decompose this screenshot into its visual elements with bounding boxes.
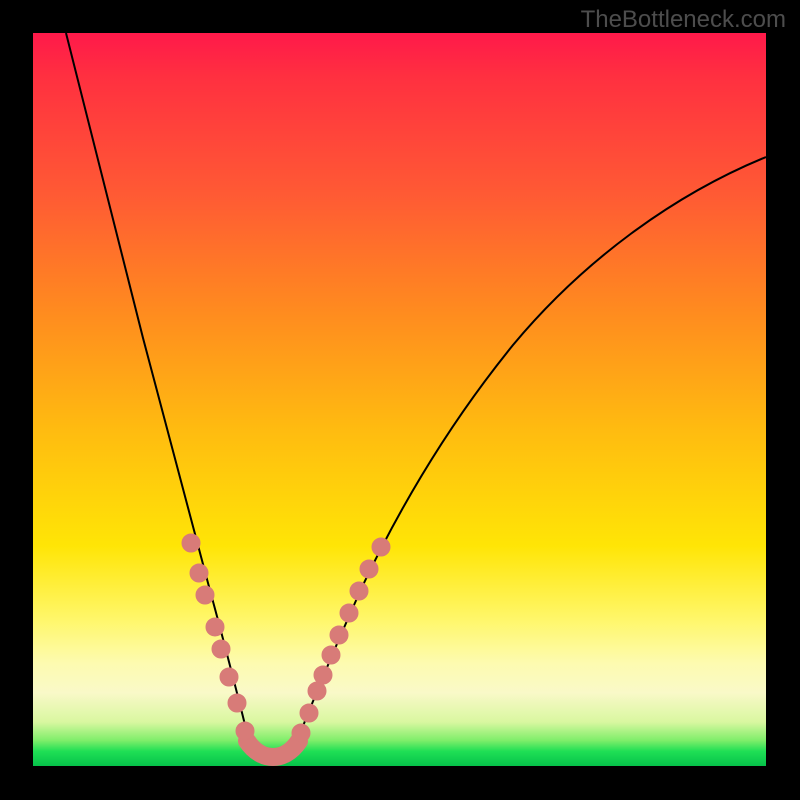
- data-dot: [228, 694, 246, 712]
- data-dot: [300, 704, 318, 722]
- plot-area: [33, 33, 766, 766]
- left-curve: [66, 33, 249, 741]
- data-dot: [360, 560, 378, 578]
- data-dot: [330, 626, 348, 644]
- valley-connector: [247, 741, 299, 757]
- data-dot: [340, 604, 358, 622]
- right-curve: [297, 157, 766, 741]
- data-dot: [212, 640, 230, 658]
- data-dot: [220, 668, 238, 686]
- data-dot: [196, 586, 214, 604]
- data-dot: [372, 538, 390, 556]
- data-dot: [314, 666, 332, 684]
- data-dot: [190, 564, 208, 582]
- chart-svg: [33, 33, 766, 766]
- data-dot: [236, 722, 254, 740]
- data-dot: [350, 582, 368, 600]
- chart-frame: TheBottleneck.com: [0, 0, 800, 800]
- watermark-text: TheBottleneck.com: [581, 6, 786, 34]
- data-dot: [292, 724, 310, 742]
- data-dot: [182, 534, 200, 552]
- data-dot: [322, 646, 340, 664]
- data-dot: [206, 618, 224, 636]
- data-dot: [308, 682, 326, 700]
